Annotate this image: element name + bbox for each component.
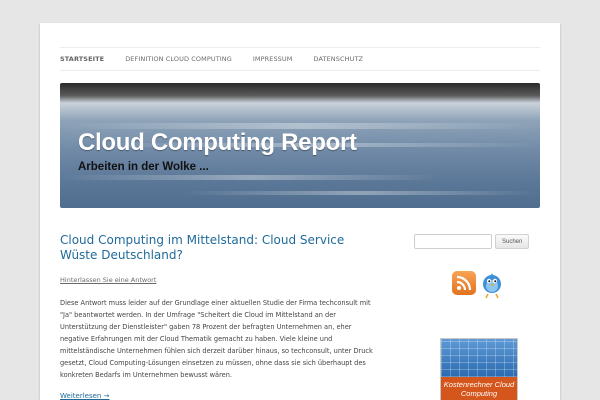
sidebar: Suchen Kostenrechner Cloud Computing xyxy=(414,234,540,400)
nav-item-impressum[interactable]: Impressum xyxy=(253,55,293,63)
post-title[interactable]: Cloud Computing im Mittelstand: Cloud Se… xyxy=(60,233,380,263)
post-body: Diese Antwort muss leider auf der Grundl… xyxy=(60,299,373,379)
read-more-link[interactable]: Weiterlesen → xyxy=(60,392,380,400)
site-title: Cloud Computing Report xyxy=(78,129,357,156)
twitter-bird-icon[interactable] xyxy=(480,271,504,299)
nav-item-definition[interactable]: Definition Cloud Computing xyxy=(125,55,232,63)
search-button[interactable]: Suchen xyxy=(495,234,530,249)
social-icons xyxy=(452,271,540,299)
site-subtitle: Arbeiten in der Wolke ... xyxy=(78,161,209,173)
header-banner[interactable]: Cloud Computing Report Arbeiten in der W… xyxy=(60,83,540,208)
cost-calculator-badge[interactable]: Kostenrechner Cloud Computing xyxy=(440,338,518,400)
search-input[interactable] xyxy=(414,234,492,249)
nav-item-startseite[interactable]: Startseite xyxy=(60,55,104,63)
main-navigation: Startseite Definition Cloud Computing Im… xyxy=(60,47,540,71)
badge-image xyxy=(441,339,517,377)
comment-link[interactable]: Hinterlassen Sie eine Antwort xyxy=(60,276,380,284)
search-form: Suchen xyxy=(414,234,540,249)
page-container: Startseite Definition Cloud Computing Im… xyxy=(40,23,560,400)
nav-item-datenschutz[interactable]: Datenschutz xyxy=(313,55,363,63)
rss-feed-icon[interactable] xyxy=(452,271,476,295)
badge-label: Kostenrechner Cloud Computing xyxy=(441,377,517,400)
main-content: Cloud Computing im Mittelstand: Cloud Se… xyxy=(60,233,380,400)
